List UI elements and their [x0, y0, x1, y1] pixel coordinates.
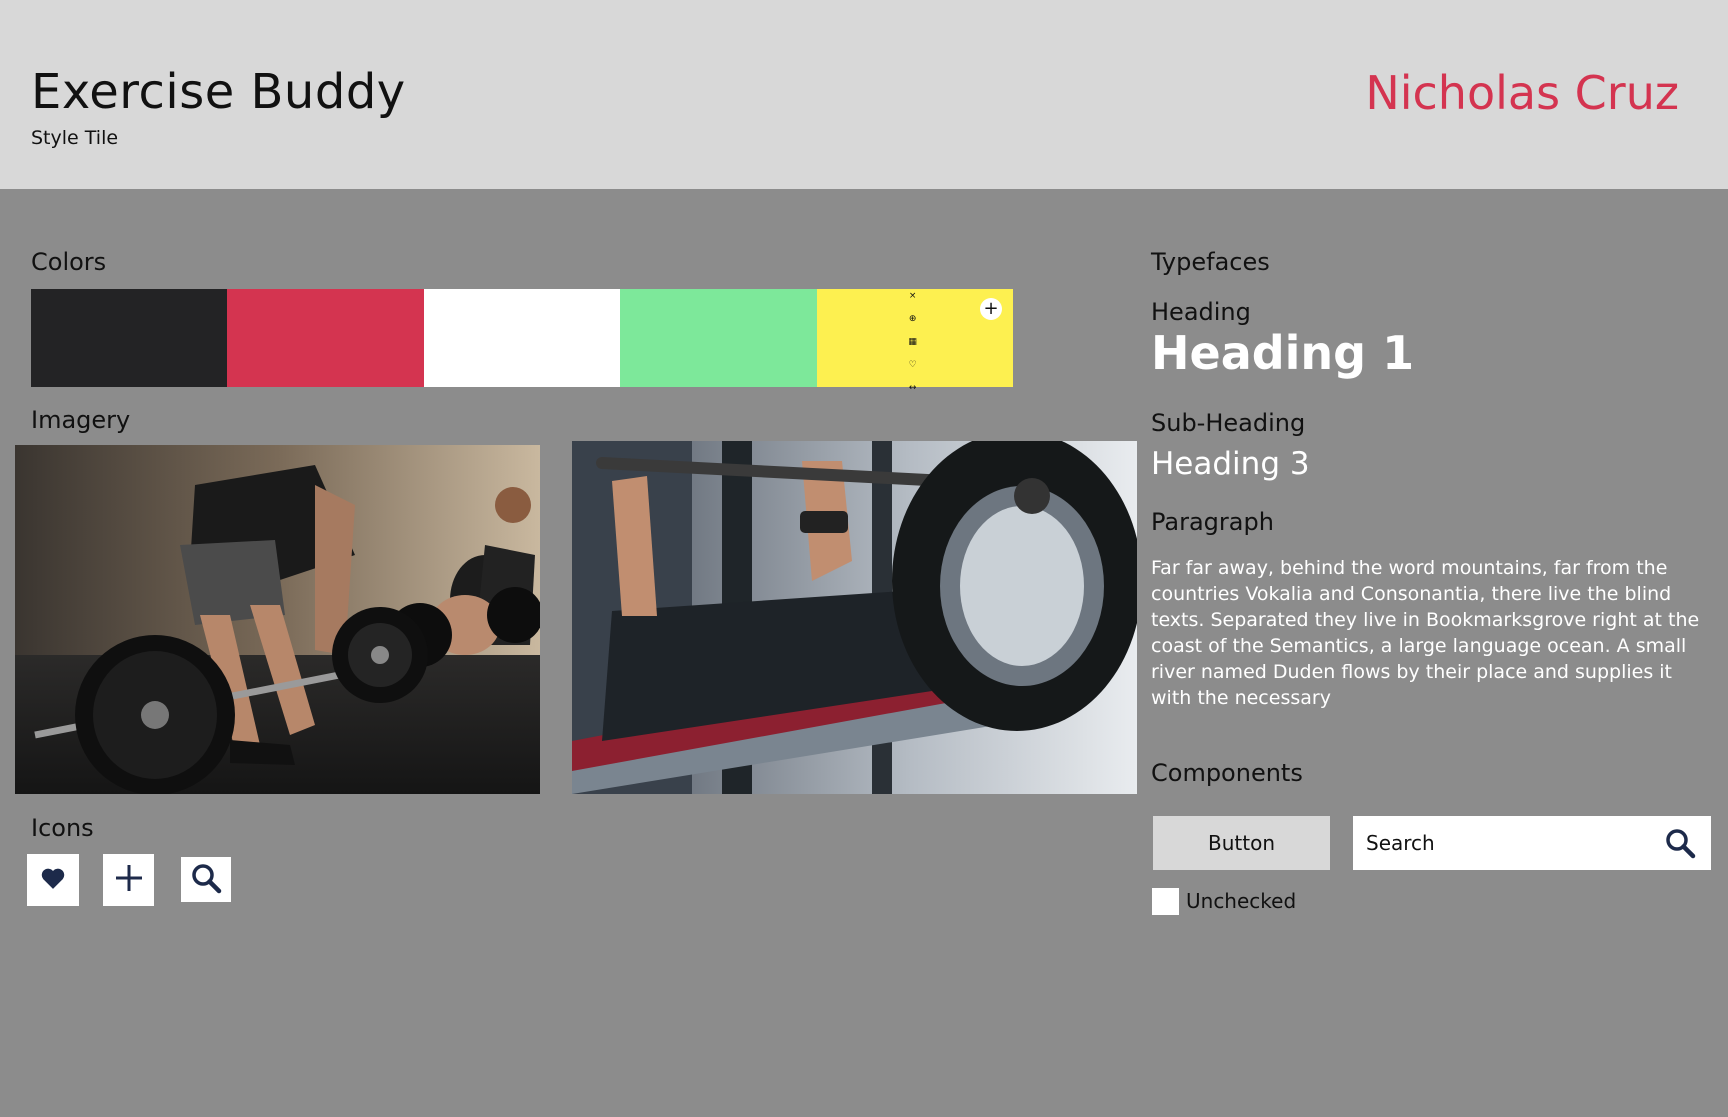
paragraph-label: Paragraph [1151, 508, 1274, 536]
color-swatches: × ⊕ ▦ ♡ ↔ + [31, 289, 1014, 393]
checkbox-label: Unchecked [1186, 889, 1297, 913]
heading-3-sample: Heading 3 [1151, 446, 1310, 482]
subheading-label: Sub-Heading [1151, 409, 1306, 437]
icons-label: Icons [31, 814, 94, 842]
swatch-toolbar: × ⊕ ▦ ♡ ↔ [907, 285, 919, 400]
search-icon-tile[interactable] [181, 857, 231, 902]
drag-icon[interactable]: ↔ [909, 377, 917, 400]
app-subtitle: Style Tile [31, 127, 119, 149]
add-swatch-button[interactable]: + [980, 298, 1003, 320]
search-icon [190, 862, 222, 898]
remove-icon[interactable]: × [909, 285, 917, 308]
components-label: Components [1151, 759, 1303, 787]
grid-icon[interactable]: ▦ [908, 331, 917, 354]
plus-icon [114, 863, 144, 897]
imagery-label: Imagery [31, 406, 131, 434]
heart-icon-tile[interactable] [27, 854, 79, 906]
typefaces-label: Typefaces [1151, 248, 1270, 276]
deadlift-photo [15, 445, 540, 794]
favorite-icon[interactable]: ♡ [909, 354, 917, 377]
colors-label: Colors [31, 248, 107, 276]
bench-press-photo [572, 441, 1137, 794]
sample-checkbox[interactable] [1152, 888, 1179, 915]
heading-1-sample: Heading 1 [1151, 326, 1415, 380]
swatch-green[interactable] [620, 289, 817, 387]
app-title: Exercise Buddy [31, 64, 406, 120]
search-input-text[interactable]: Search [1366, 831, 1435, 855]
search-field[interactable]: Search [1353, 816, 1711, 870]
header: Exercise Buddy Style Tile Nicholas Cruz [0, 0, 1728, 189]
author-name: Nicholas Cruz [1365, 66, 1679, 120]
lock-icon[interactable]: ⊕ [909, 308, 917, 331]
plus-icon-tile[interactable] [103, 854, 154, 906]
swatch-white[interactable] [423, 289, 621, 387]
swatch-yellow[interactable]: × ⊕ ▦ ♡ ↔ + [816, 289, 1014, 393]
search-icon[interactable] [1664, 827, 1696, 863]
swatch-red[interactable] [227, 289, 424, 387]
paragraph-sample: Far far away, behind the word mountains,… [1151, 557, 1700, 709]
swatch-dark[interactable] [31, 289, 228, 387]
heart-icon [40, 866, 66, 894]
heading-label: Heading [1151, 298, 1251, 326]
sample-button[interactable]: Button [1153, 816, 1330, 870]
